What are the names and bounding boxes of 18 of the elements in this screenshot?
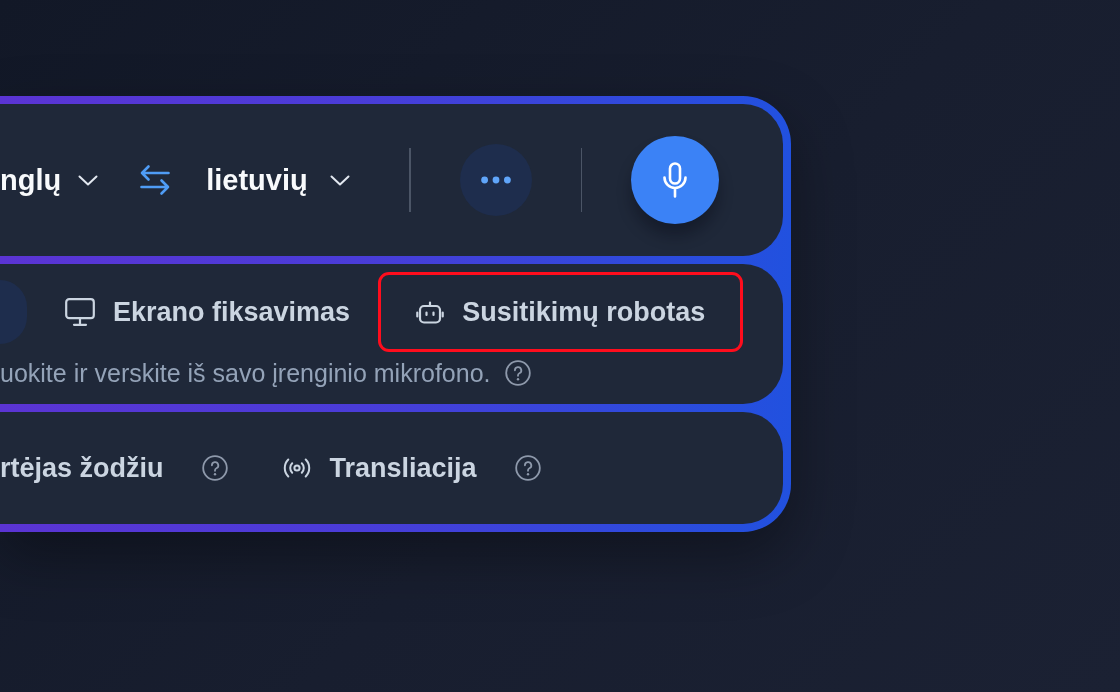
- hint-text: uokite ir verskite iš savo įrenginio mikrofono.: [0, 358, 491, 388]
- help-icon[interactable]: [505, 360, 532, 386]
- language-dropdown[interactable]: lietuvių: [206, 163, 350, 197]
- tab[interactable]: Susitikimų robotas: [388, 280, 734, 344]
- chevron-down-icon: [329, 174, 350, 186]
- language-dropdown[interactable]: nglų: [0, 163, 99, 197]
- chevron-down-icon: [78, 174, 99, 186]
- swap-icon[interactable]: [140, 164, 171, 196]
- broadcast-icon: [281, 458, 312, 478]
- help-icon[interactable]: [514, 455, 541, 481]
- microphone-icon: [662, 162, 688, 198]
- help-icon[interactable]: [201, 455, 228, 481]
- mode-button[interactable]: Transliacija: [281, 452, 477, 484]
- more-icon: [480, 176, 511, 184]
- tab[interactable]: Ekrano fiksavimas: [37, 280, 379, 344]
- mode-button[interactable]: rtėjas žodžiu: [0, 452, 164, 484]
- monitor-icon: [65, 298, 95, 326]
- robot-icon: [416, 300, 445, 324]
